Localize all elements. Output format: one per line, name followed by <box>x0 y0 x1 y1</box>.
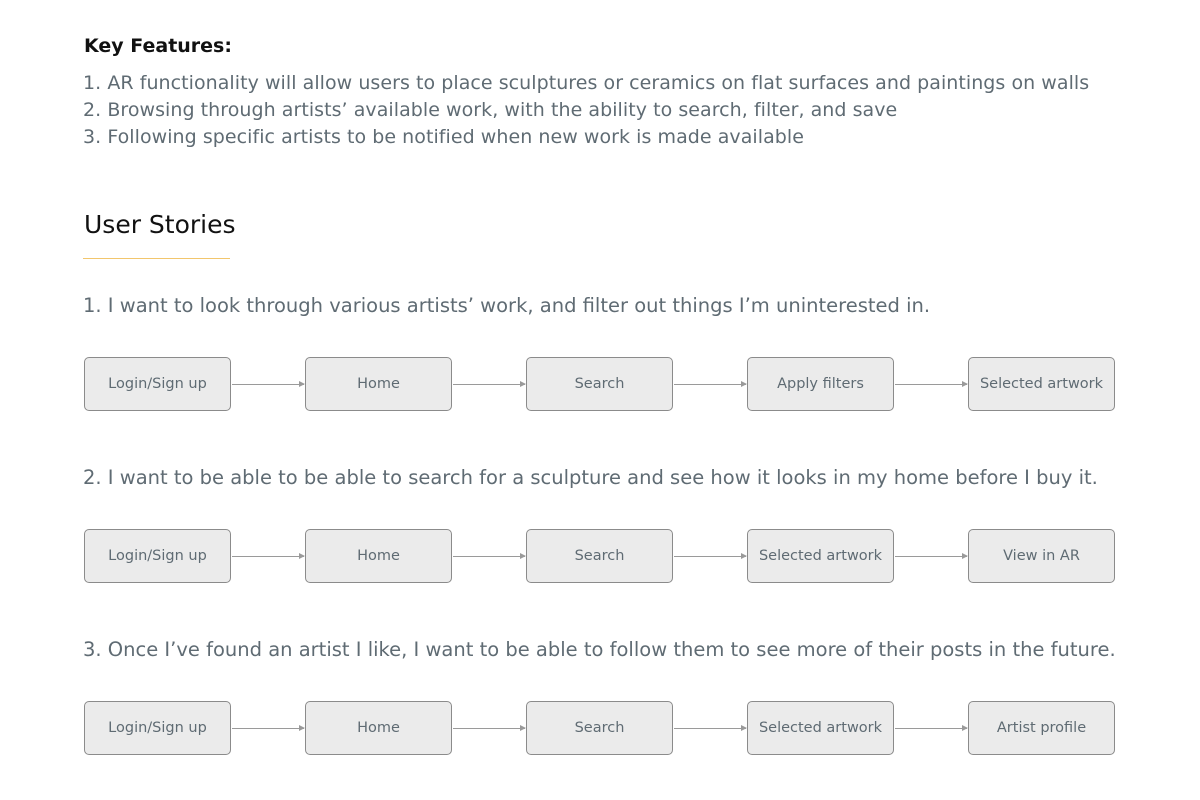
user-stories-heading: User Stories <box>84 210 236 239</box>
flow-step-login: Login/Sign up <box>84 529 231 583</box>
flow-step-apply-filters: Apply filters <box>747 357 894 411</box>
flow-arrow <box>453 725 526 731</box>
user-stories-underline <box>83 258 230 259</box>
flow-arrow <box>232 381 305 387</box>
flow-arrow <box>895 725 968 731</box>
flow-step-home: Home <box>305 701 452 755</box>
flow-arrow <box>232 725 305 731</box>
story-1-text: 1. I want to look through various artist… <box>83 294 931 317</box>
flow-step-login: Login/Sign up <box>84 701 231 755</box>
feature-item-3: 3. Following specific artists to be noti… <box>83 126 804 148</box>
feature-item-1: 1. AR functionality will allow users to … <box>83 72 1090 94</box>
story-3-text: 3. Once I’ve found an artist I like, I w… <box>83 638 1116 661</box>
flow-step-home: Home <box>305 357 452 411</box>
flow-arrow <box>895 553 968 559</box>
flow-step-selected-artwork: Selected artwork <box>747 701 894 755</box>
flow-arrow <box>453 553 526 559</box>
flow-step-search: Search <box>526 357 673 411</box>
flow-step-artist-profile: Artist profile <box>968 701 1115 755</box>
flow-step-home: Home <box>305 529 452 583</box>
flow-step-view-in-ar: View in AR <box>968 529 1115 583</box>
flow-step-selected-artwork: Selected artwork <box>747 529 894 583</box>
flow-step-search: Search <box>526 701 673 755</box>
story-2-flow: Login/Sign up Home Search Selected artwo… <box>0 529 1200 585</box>
flow-arrow <box>674 725 747 731</box>
story-2-text: 2. I want to be able to be able to searc… <box>83 466 1098 489</box>
flow-arrow <box>674 381 747 387</box>
flow-arrow <box>895 381 968 387</box>
flow-arrow <box>232 553 305 559</box>
key-features-heading: Key Features: <box>84 35 232 57</box>
flow-step-search: Search <box>526 529 673 583</box>
flow-arrow <box>453 381 526 387</box>
flow-arrow <box>674 553 747 559</box>
flow-step-login: Login/Sign up <box>84 357 231 411</box>
feature-item-2: 2. Browsing through artists’ available w… <box>83 99 898 121</box>
story-1-flow: Login/Sign up Home Search Apply filters … <box>0 357 1200 413</box>
story-3-flow: Login/Sign up Home Search Selected artwo… <box>0 701 1200 757</box>
flow-step-selected-artwork: Selected artwork <box>968 357 1115 411</box>
